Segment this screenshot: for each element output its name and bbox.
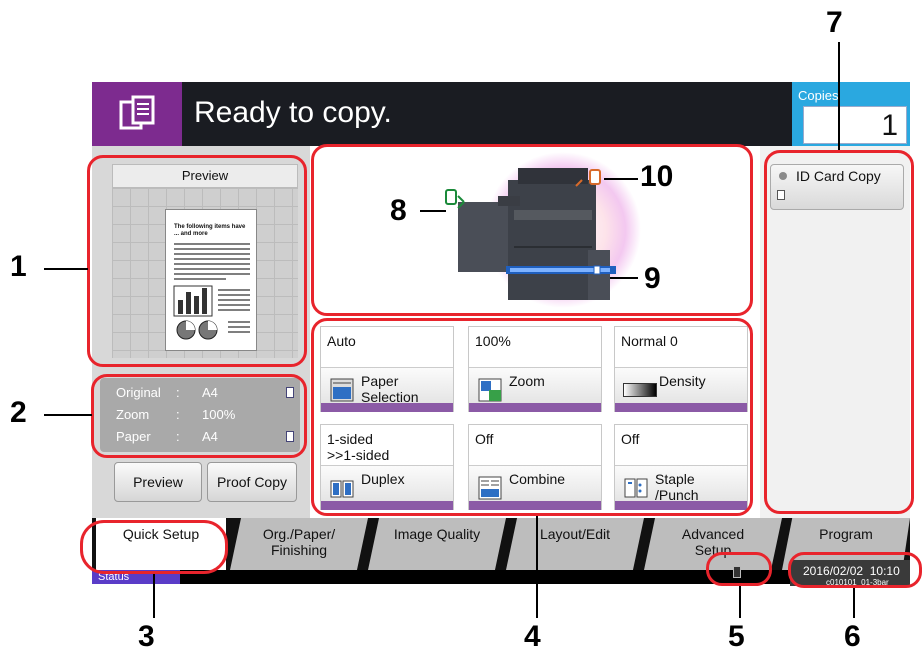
callout-outline-7 [764, 150, 914, 514]
callout-outline-8 [311, 144, 753, 316]
leader-5 [739, 586, 741, 618]
leader-2 [44, 414, 92, 416]
leader-1 [44, 268, 88, 270]
callout-outline-5 [706, 552, 772, 586]
callout-number-10: 10 [640, 160, 674, 193]
callout-outline-4 [311, 318, 753, 516]
callout-number-3: 3 [138, 620, 155, 653]
leader-7 [838, 42, 840, 150]
copies-input[interactable]: 1 [803, 106, 907, 144]
preview-button[interactable]: Preview [114, 462, 202, 502]
callout-number-8: 8 [390, 194, 407, 227]
leader-10 [604, 178, 638, 180]
callout-outline-6 [788, 552, 922, 588]
tab-image-quality[interactable]: Image Quality [368, 518, 506, 570]
callout-number-2: 2 [10, 396, 27, 429]
leader-9 [610, 277, 638, 279]
tab-layout-edit[interactable]: Layout/Edit [506, 518, 644, 570]
leader-6 [853, 588, 855, 618]
callout-number-7: 7 [826, 6, 843, 39]
callout-outline-3 [80, 520, 228, 574]
callout-outline-1 [87, 155, 307, 367]
callout-number-5: 5 [728, 620, 745, 653]
callout-number-6: 6 [844, 620, 861, 653]
proof-copy-button[interactable]: Proof Copy [207, 462, 297, 502]
leader-8 [420, 210, 446, 212]
callout-number-9: 9 [644, 262, 661, 295]
leader-3 [153, 574, 155, 618]
callout-number-1: 1 [10, 250, 27, 283]
copies-label: Copies [798, 88, 839, 103]
leader-4 [536, 516, 538, 618]
callout-outline-2 [91, 374, 307, 458]
status-message: Ready to copy. [194, 96, 392, 129]
callout-number-4: 4 [524, 620, 541, 653]
copy-app-icon[interactable] [92, 82, 182, 146]
tab-org-paper-finishing[interactable]: Org./Paper/ Finishing [230, 518, 368, 570]
